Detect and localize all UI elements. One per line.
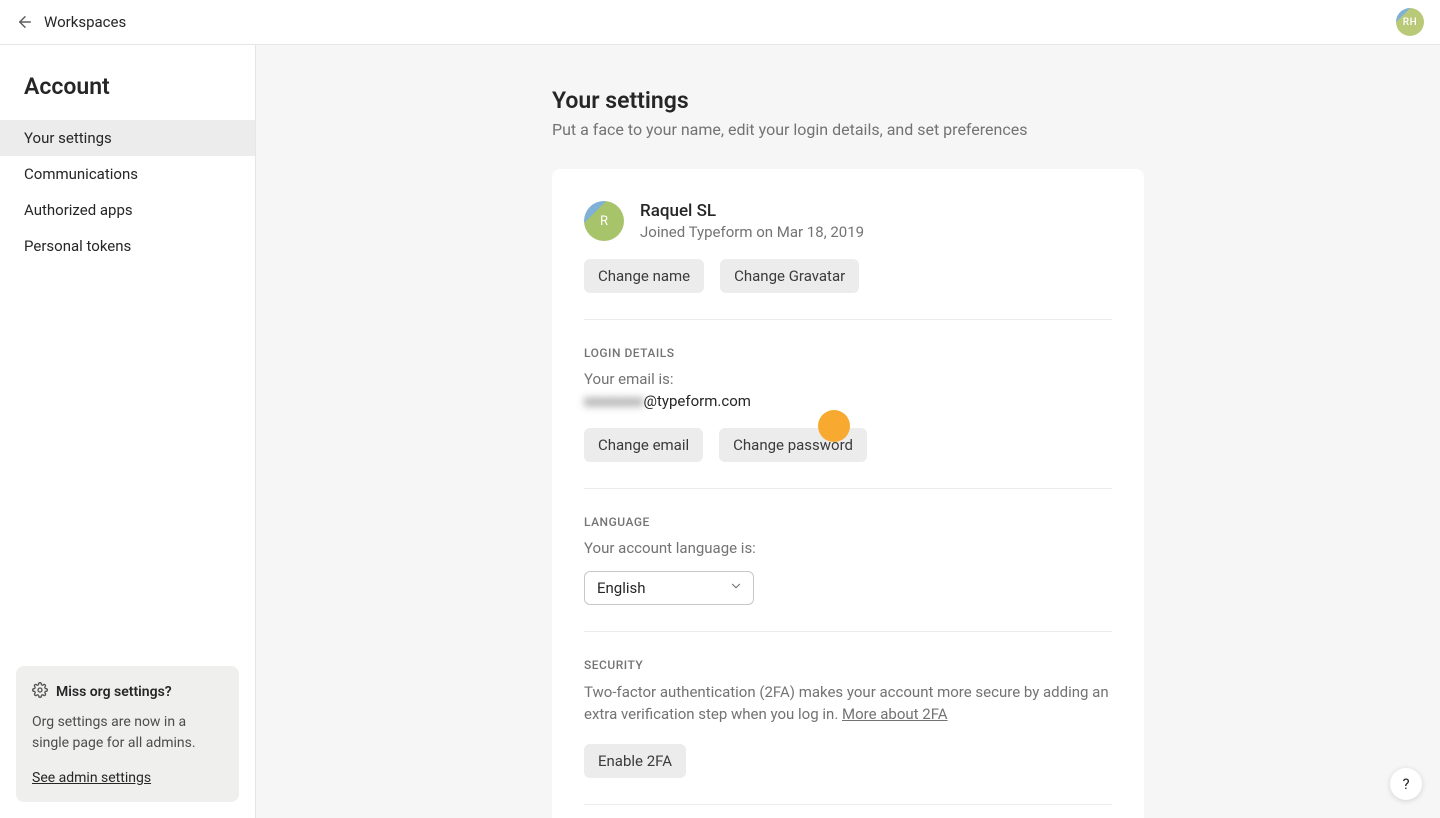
- language-desc: Your account language is:: [584, 539, 1112, 557]
- org-settings-card: Miss org settings? Org settings are now …: [16, 666, 239, 802]
- page-subtitle: Put a face to your name, edit your login…: [552, 120, 1144, 139]
- back-arrow-icon[interactable]: [16, 13, 34, 31]
- email-label: Your email is:: [584, 370, 1112, 388]
- enable-2fa-button[interactable]: Enable 2FA: [584, 744, 686, 778]
- divider: [584, 804, 1112, 805]
- divider: [584, 631, 1112, 632]
- profile-avatar: R: [584, 201, 624, 241]
- security-desc: Two-factor authentication (2FA) makes yo…: [584, 682, 1112, 726]
- divider: [584, 488, 1112, 489]
- divider: [584, 319, 1112, 320]
- chevron-down-icon: [729, 579, 743, 597]
- workspaces-link[interactable]: Workspaces: [44, 13, 126, 31]
- change-name-button[interactable]: Change name: [584, 259, 704, 293]
- sidebar-item-communications[interactable]: Communications: [0, 156, 255, 192]
- sidebar: Account Your settings Communications Aut…: [0, 45, 256, 818]
- email-value: xxxxxxxx@typeform.com: [584, 392, 1112, 410]
- language-select[interactable]: English: [584, 571, 754, 605]
- email-domain-part: @typeform.com: [644, 392, 751, 410]
- more-about-2fa-link[interactable]: More about 2FA: [842, 705, 948, 723]
- language-selected-value: English: [597, 579, 646, 597]
- see-admin-settings-link[interactable]: See admin settings: [32, 770, 151, 786]
- content-area: Your settings Put a face to your name, e…: [256, 45, 1440, 818]
- sidebar-item-your-settings[interactable]: Your settings: [0, 120, 255, 156]
- sidebar-item-authorized-apps[interactable]: Authorized apps: [0, 192, 255, 228]
- sidebar-title: Account: [0, 45, 255, 120]
- org-card-desc: Org settings are now in a single page fo…: [32, 712, 223, 753]
- page-title: Your settings: [552, 87, 1144, 114]
- change-gravatar-button[interactable]: Change Gravatar: [720, 259, 859, 293]
- change-email-button[interactable]: Change email: [584, 428, 703, 462]
- login-details-label: LOGIN DETAILS: [584, 346, 1112, 360]
- gear-icon: [32, 682, 48, 702]
- sidebar-item-personal-tokens[interactable]: Personal tokens: [0, 228, 255, 264]
- topbar: Workspaces RH: [0, 0, 1440, 45]
- email-hidden-part: xxxxxxxx: [584, 392, 644, 410]
- org-card-title: Miss org settings?: [56, 684, 172, 700]
- settings-card: R Raquel SL Joined Typeform on Mar 18, 2…: [552, 169, 1144, 818]
- security-label: SECURITY: [584, 658, 1112, 672]
- help-button[interactable]: ?: [1390, 768, 1422, 800]
- language-label: LANGUAGE: [584, 515, 1112, 529]
- change-password-button[interactable]: Change password: [719, 428, 867, 462]
- profile-name: Raquel SL: [640, 201, 864, 221]
- user-avatar[interactable]: RH: [1396, 8, 1424, 36]
- profile-joined: Joined Typeform on Mar 18, 2019: [640, 223, 864, 241]
